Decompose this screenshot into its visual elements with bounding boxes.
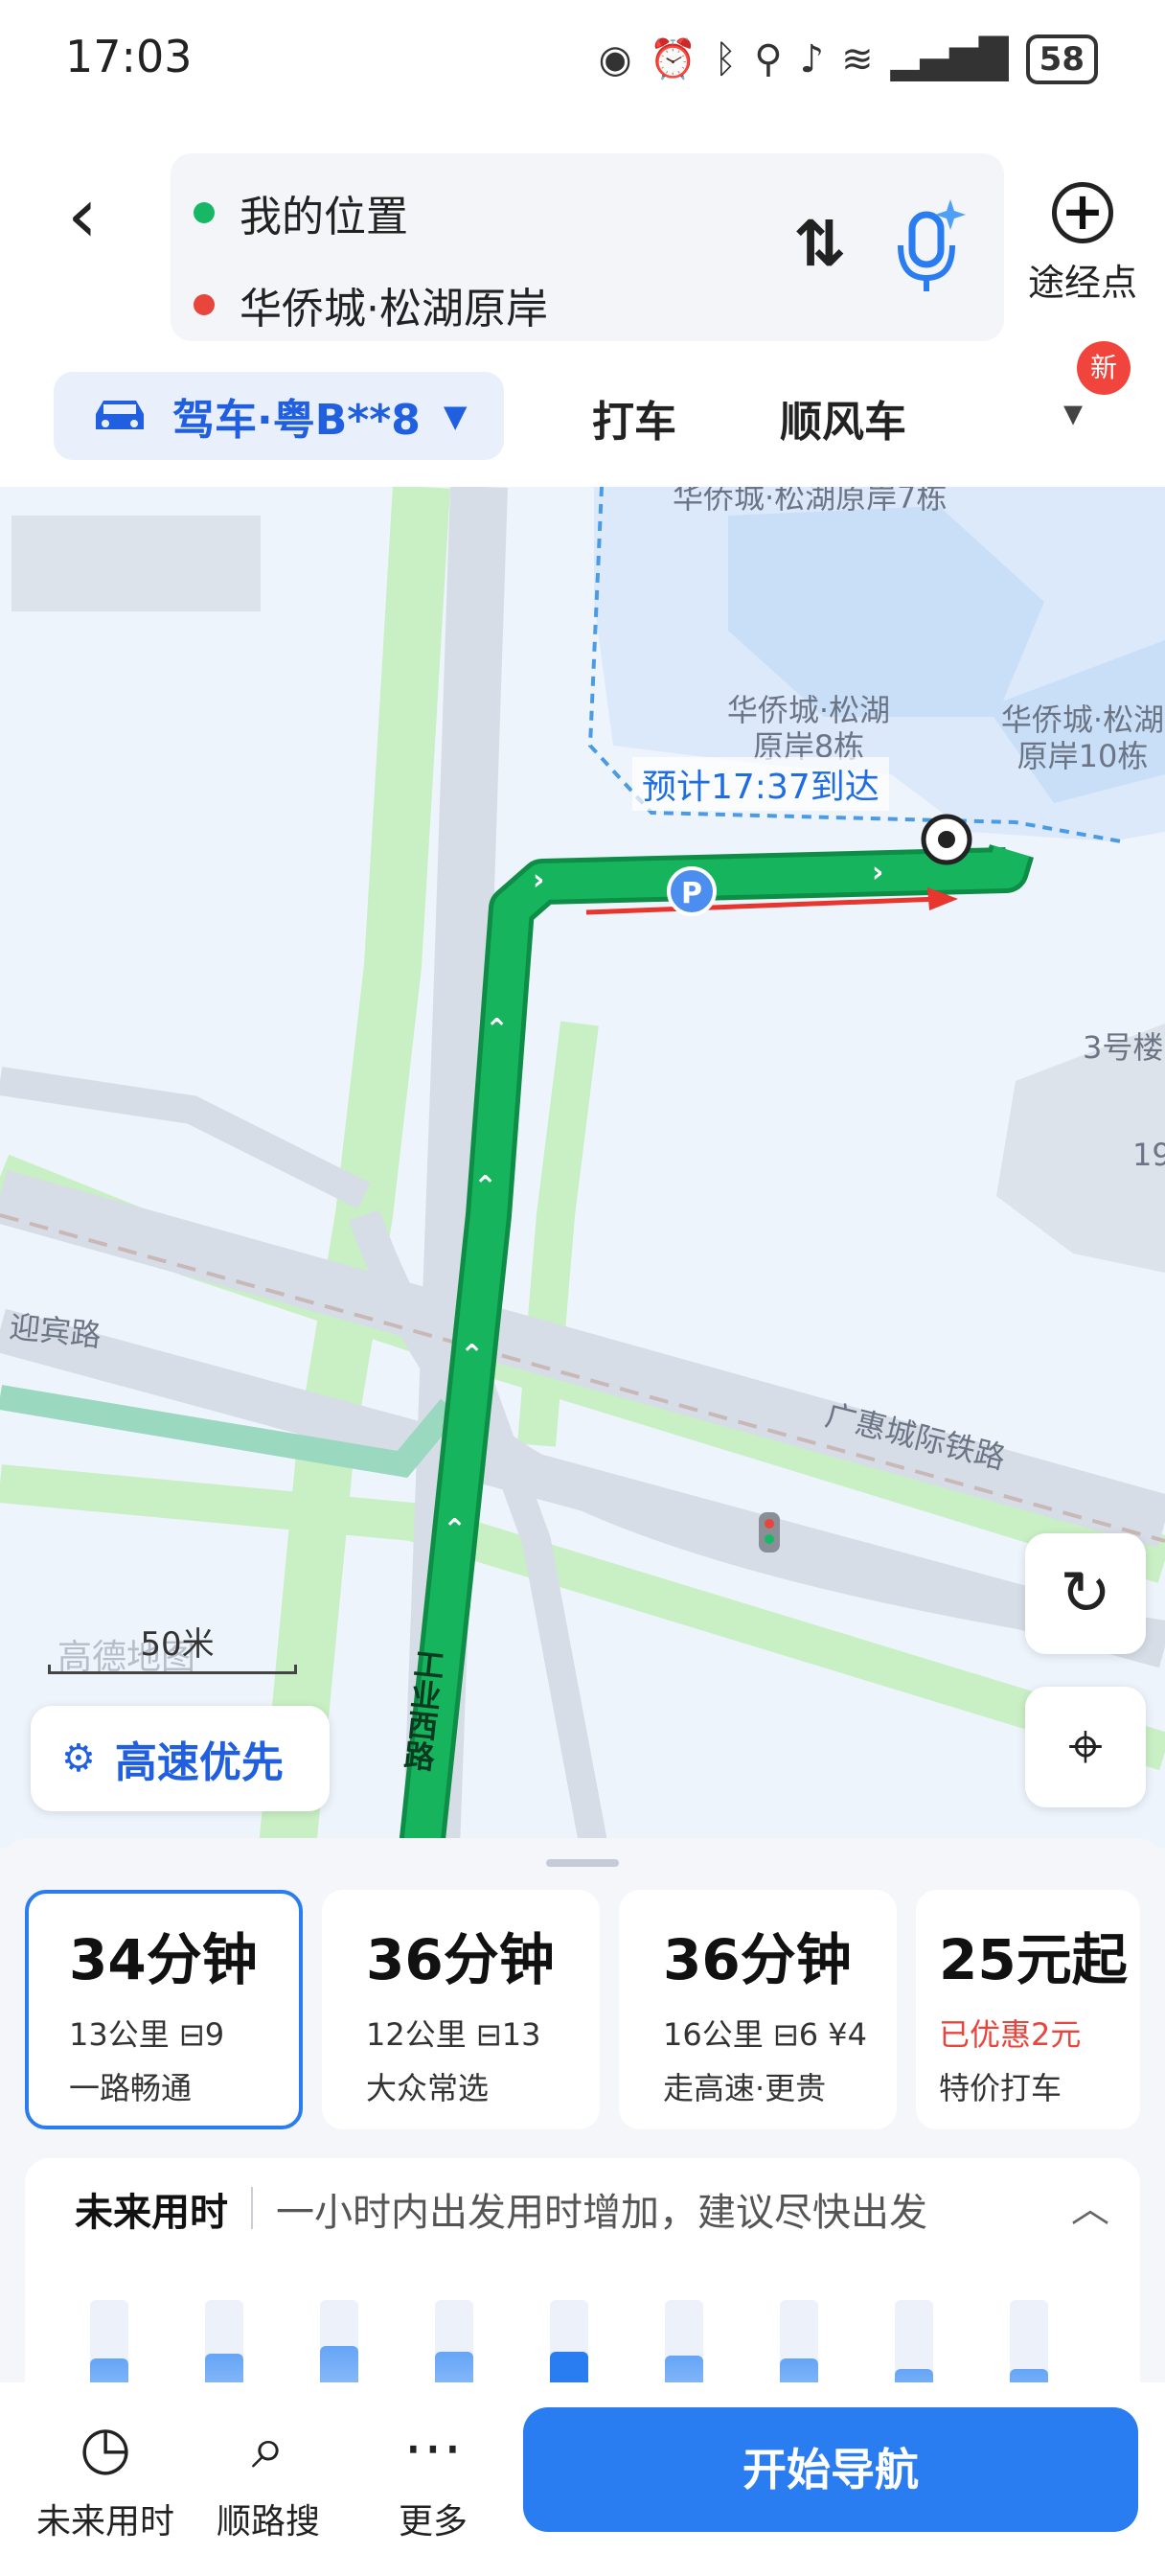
refresh-button[interactable]: ↻ [1025,1533,1146,1654]
tab-taxi[interactable]: 打车 [592,387,676,448]
signal-icon: ▂▄▆█ [890,37,1009,81]
plus-icon: + [1052,182,1113,243]
map-scale: 50米 [48,1618,307,1674]
svg-text:›: › [533,863,544,897]
svg-text:⌃: ⌃ [443,1513,467,1547]
future-time-button[interactable]: ◷ 未来用时 [29,2411,182,2543]
map-label-building: 19 [1132,1137,1165,1173]
wifi-icon: ≋ [841,37,874,81]
crosshair-icon: ⌖ [1067,1712,1104,1782]
origin-field[interactable]: 我的位置 [194,182,408,243]
add-waypoint-button[interactable]: + 途经点 [1025,182,1140,306]
highway-pref-label: 高速优先 [114,1738,284,1787]
route-note: 大众常选 [366,2070,490,2106]
svg-text:P: P [681,877,702,910]
more-button[interactable]: ⋯ 更多 [356,2411,510,2543]
destination-field[interactable]: 华侨城·松湖原岸 [194,274,548,335]
svg-text:⌃: ⌃ [473,1170,497,1204]
route-note: 走高速·更贵 [663,2070,827,2106]
mic-status-icon: ♪ [799,37,825,81]
scale-bar [48,1665,297,1674]
status-icons: ◉ ⏰ ᛒ ⚲ ♪ ≋ ▂▄▆█ 58 [599,34,1098,84]
alarm-icon: ⏰ [649,37,697,81]
route-option-card[interactable]: 36分钟 16公里 ⊟6 ¥4 走高速·更贵 [619,1890,897,2129]
svg-text:›: › [872,856,883,889]
car-icon [96,401,144,429]
bluetooth-icon: ᛒ [714,37,738,81]
route-option-card[interactable]: 36分钟 12公里 ⊟13 大众常选 [322,1890,600,2129]
tab-drive[interactable]: 驾车·粤B**8 ▼ [54,372,504,460]
status-bar: 17:03 ◉ ⏰ ᛒ ⚲ ♪ ≋ ▂▄▆█ 58 [0,0,1165,125]
clock-icon: ◷ [79,2412,132,2482]
battery-icon: 58 [1025,34,1098,84]
chevron-up-icon[interactable]: ︿ [1071,2177,1109,2233]
status-time: 17:03 [65,31,193,82]
future-time-desc: 一小时内出发用时增加，建议尽快出发 [276,2191,927,2235]
future-time-title: 未来用时 [75,2191,228,2235]
route-time: 36分钟 [366,1927,555,1992]
along-search-button[interactable]: ⌕ 顺路搜 [192,2411,345,2543]
route-detail: 16公里 ⊟6 ¥4 [663,2016,867,2053]
swap-icon[interactable]: ⇅ [793,207,846,281]
road-name: 迎宾路 [8,1308,103,1354]
voice-mic-icon[interactable] [891,197,968,293]
location-icon: ⚲ [754,37,783,81]
route-note: 特价打车 [939,2070,1062,2106]
back-button[interactable]: ‹ [67,172,125,259]
route-time: 34分钟 [69,1927,258,1992]
discount-text: 已优惠2元 [939,2016,1082,2053]
taxi-option-card[interactable]: 25元起 已优惠2元 特价打车 [916,1890,1140,2129]
route-header: ‹ 我的位置 华侨城·松湖原岸 ⇅ + 途经点 驾车·粤B**8 ▼ 打车 顺风… [0,125,1165,487]
map-label-building: 3号楼 [1083,1029,1164,1066]
route-input-box: 我的位置 华侨城·松湖原岸 ⇅ [171,153,1004,341]
nav-label: 顺路搜 [216,2502,320,2542]
nav-label: 未来用时 [35,2502,174,2542]
nav-label: 更多 [398,2502,468,2542]
tab-carpool[interactable]: 顺风车 [780,387,906,448]
locate-button[interactable]: ⌖ [1025,1687,1146,1807]
eye-icon: ◉ [598,37,632,81]
map-label-building: 华侨城·松湖原岸8栋 [726,692,891,765]
map-view[interactable]: ››› ⌃⌃⌃⌃ P 华侨城·松湖原岸7栋 华侨城·松湖原岸8栋 华侨城·松湖原… [0,487,1165,1848]
route-detail: 12公里 ⊟13 [366,2016,541,2053]
origin-dot-icon [194,202,215,223]
bottom-nav: ◷ 未来用时 ⌕ 顺路搜 ⋯ 更多 开始导航 [0,2382,1165,2576]
highway-preference-button[interactable]: ⚙ 高速优先 [31,1706,330,1811]
drive-tab-label: 驾车·粤B**8 [172,396,421,445]
sliders-icon: ⚙ [61,1736,96,1781]
chevron-down-icon: ▼ [443,398,468,434]
destination-text: 华侨城·松湖原岸 [240,285,548,334]
map-label-building: 华侨城·松湖原岸7栋 [673,487,948,516]
svg-text:⌃: ⌃ [460,1339,484,1372]
divider [251,2187,253,2229]
more-modes-icon[interactable]: ▾ [1063,391,1083,435]
start-navigation-button[interactable]: 开始导航 [523,2407,1138,2532]
eta-label: 预计17:37到达 [632,757,889,811]
waypoint-label: 途经点 [1027,262,1137,304]
route-option-card[interactable]: 34分钟 13公里 ⊟9 一路畅通 [25,1890,303,2129]
sheet-handle[interactable] [546,1859,619,1867]
new-badge: 新 [1077,341,1131,395]
route-time: 36分钟 [663,1927,852,1992]
destination-dot-icon [194,294,215,315]
search-icon: ⌕ [251,2412,286,2482]
map-label-building: 华侨城·松湖原岸10栋 [1000,702,1165,774]
scale-label: 50米 [140,1625,215,1664]
more-dots-icon: ⋯ [403,2412,463,2482]
svg-text:⌃: ⌃ [485,1013,509,1046]
mode-tabs: 驾车·粤B**8 ▼ 打车 顺风车 ▾ 新 [0,341,1165,468]
origin-text: 我的位置 [240,193,408,242]
refresh-icon: ↻ [1060,1558,1111,1629]
navigation-route-page: 17:03 ◉ ⏰ ᛒ ⚲ ♪ ≋ ▂▄▆█ 58 ‹ 我的位置 华侨城·松湖原… [0,0,1165,2576]
route-detail: 13公里 ⊟9 [69,2016,225,2053]
route-time: 25元起 [939,1927,1128,1992]
route-note: 一路畅通 [69,2070,193,2106]
